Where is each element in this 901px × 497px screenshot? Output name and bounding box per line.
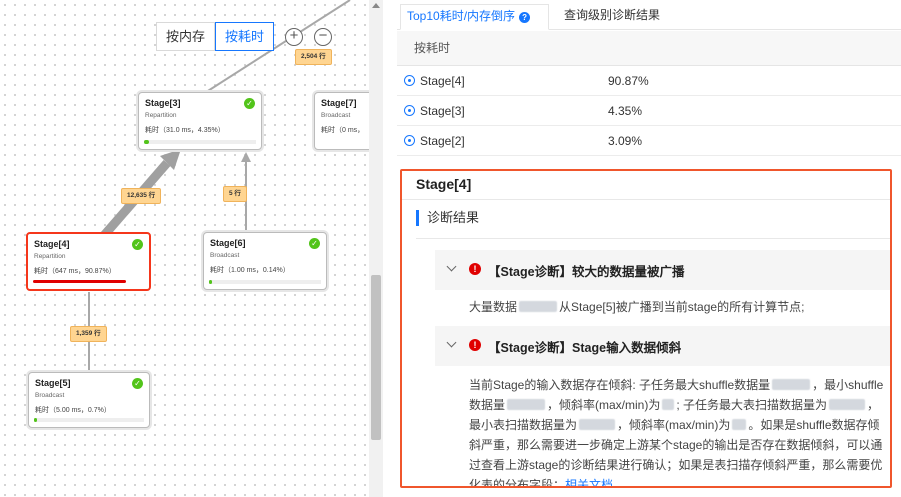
issue-text: 当前Stage的输入数据存在倾斜: 子任务最大shuffle数据量: [469, 378, 771, 392]
table-row[interactable]: Stage[3] 4.35%: [397, 96, 901, 126]
diagnosis-panel: Top10耗时/内存倒序? 查询级别诊断结果 按耗时 Stage[4] 90.8…: [397, 0, 901, 497]
stage-node-progress: [33, 280, 135, 283]
stage-node-type: Broadcast: [210, 252, 240, 259]
masked-value: [579, 419, 616, 430]
stage-node-type: Broadcast: [321, 112, 351, 119]
diagnosis-section-title: 诊断结果: [416, 210, 479, 226]
rank-table-header: 按耗时: [397, 31, 901, 66]
issue-header-skew[interactable]: ! 【Stage诊断】Stage输入数据倾斜: [435, 326, 890, 366]
chevron-down-icon[interactable]: [446, 261, 457, 272]
row-value: 90.87%: [608, 74, 649, 88]
stage-node-type: Broadcast: [35, 392, 65, 399]
issue-text: 大量数据: [469, 300, 518, 314]
diagnosis-stage-title: Stage[4]: [416, 176, 472, 192]
tab-bar: Top10耗时/内存倒序? 查询级别诊断结果: [397, 0, 901, 30]
masked-value: [772, 379, 811, 390]
locate-icon[interactable]: [404, 135, 415, 146]
scroll-up-icon[interactable]: [372, 3, 380, 8]
canvas-scrollbar[interactable]: [369, 0, 383, 497]
check-icon: ✓: [309, 238, 320, 249]
row-stage: Stage[4]: [420, 74, 465, 88]
stage-node-title: Stage[6]: [210, 238, 246, 248]
related-docs-link[interactable]: 相关文档: [565, 478, 613, 486]
masked-value: [507, 399, 546, 410]
error-icon: !: [469, 263, 481, 275]
stage-node-title: Stage[3]: [145, 98, 181, 108]
issue-title: 【Stage诊断】Stage输入数据倾斜: [488, 341, 682, 355]
check-icon: ✓: [244, 98, 255, 109]
stage-node-time: 耗时（1.00 ms，0.14%）: [210, 267, 290, 274]
issue-text: ，倾斜率(max/min)为: [547, 398, 661, 412]
stage-node-title: Stage[7]: [321, 98, 357, 108]
zoom-in-icon[interactable]: +: [285, 28, 303, 46]
masked-value: [732, 419, 747, 430]
edge-stage6-stage3-arrow: [241, 152, 251, 162]
stage-node-type: Repartition: [34, 253, 66, 260]
stage-node-progress: [209, 280, 321, 284]
chevron-down-icon[interactable]: [446, 337, 457, 348]
masked-value: [519, 301, 558, 312]
issue-text: ，倾斜率(max/min)为: [617, 418, 731, 432]
locate-icon[interactable]: [404, 75, 415, 86]
help-icon[interactable]: ?: [519, 12, 531, 23]
sort-toggle: 按内存 按耗时: [156, 22, 275, 51]
stage-node-progress: [34, 418, 144, 422]
edge-label: 1,359 行: [70, 326, 107, 342]
stage-node[interactable]: Stage[7] Broadcast 耗时（0 ms，: [314, 92, 369, 150]
sort-by-time-button[interactable]: 按耗时: [215, 22, 275, 51]
tab-top10[interactable]: Top10耗时/内存倒序?: [400, 4, 549, 30]
issue-body: 大量数据 从Stage[5]被广播到当前stage的所有计算节点;: [469, 297, 889, 317]
issue-title: 【Stage诊断】较大的数据量被广播: [488, 265, 685, 279]
masked-value: [662, 399, 675, 410]
zoom-out-icon[interactable]: −: [314, 28, 332, 46]
stage-node-type: Repartition: [145, 112, 177, 119]
divider: [416, 238, 890, 239]
edge-label: 5 行: [223, 186, 247, 202]
stage-node[interactable]: Stage[3] Repartition 耗时（31.0 ms，4.35%） ✓: [138, 92, 262, 150]
stage-node-time: 耗时（647 ms，90.87%）: [34, 268, 116, 275]
stage-node-progress: [144, 140, 256, 144]
tab-query-diagnosis[interactable]: 查询级别诊断结果: [554, 4, 670, 30]
row-value: 3.09%: [608, 134, 643, 148]
error-icon: !: [469, 339, 481, 351]
stage-node[interactable]: Stage[5] Broadcast 耗时（5.00 ms，0.7%） ✓: [28, 372, 150, 428]
table-row[interactable]: Stage[4] 90.87%: [397, 66, 901, 96]
scrollbar-thumb[interactable]: [371, 275, 381, 440]
issue-header-broadcast[interactable]: ! 【Stage诊断】较大的数据量被广播: [435, 250, 890, 290]
stage-node-selected[interactable]: Stage[4] Repartition 耗时（647 ms，90.87%） ✓: [26, 232, 151, 291]
stage-node-title: Stage[5]: [35, 378, 71, 388]
masked-value: [829, 399, 866, 410]
edge-label: 12,635 行: [121, 188, 162, 204]
stage-node-time: 耗时（0 ms，: [321, 127, 365, 134]
sort-by-memory-button[interactable]: 按内存: [156, 22, 216, 51]
issue-body: 当前Stage的输入数据存在倾斜: 子任务最大shuffle数据量 ，最小shuf…: [469, 375, 889, 486]
check-icon: ✓: [132, 378, 143, 389]
stage-node-time: 耗时（5.00 ms，0.7%）: [35, 407, 111, 414]
table-row[interactable]: Stage[2] 3.09%: [397, 126, 901, 156]
row-value: 4.35%: [608, 104, 643, 118]
issue-text: 从Stage[5]被广播到当前stage的所有计算节点;: [559, 300, 805, 314]
edge-label: 2,504 行: [295, 49, 332, 65]
tab-top10-label: Top10耗时/内存倒序: [407, 9, 516, 23]
row-stage: Stage[3]: [420, 104, 465, 118]
stage-node[interactable]: Stage[6] Broadcast 耗时（1.00 ms，0.14%） ✓: [203, 232, 327, 290]
divider: [402, 199, 890, 200]
stage-diagnosis-box: Stage[4] 诊断结果 ! 【Stage诊断】较大的数据量被广播 大量数据 从…: [400, 169, 892, 488]
stage-node-title: Stage[4]: [34, 239, 70, 249]
row-stage: Stage[2]: [420, 134, 465, 148]
check-icon: ✓: [132, 239, 143, 250]
locate-icon[interactable]: [404, 105, 415, 116]
issue-text: ; 子任务最大表扫描数据量为: [676, 398, 828, 412]
stage-node-time: 耗时（31.0 ms，4.35%）: [145, 127, 225, 134]
dag-canvas[interactable]: 按内存 按耗时 + − 2,504 行 12,635 行 5 行 1,359 行…: [0, 0, 369, 497]
